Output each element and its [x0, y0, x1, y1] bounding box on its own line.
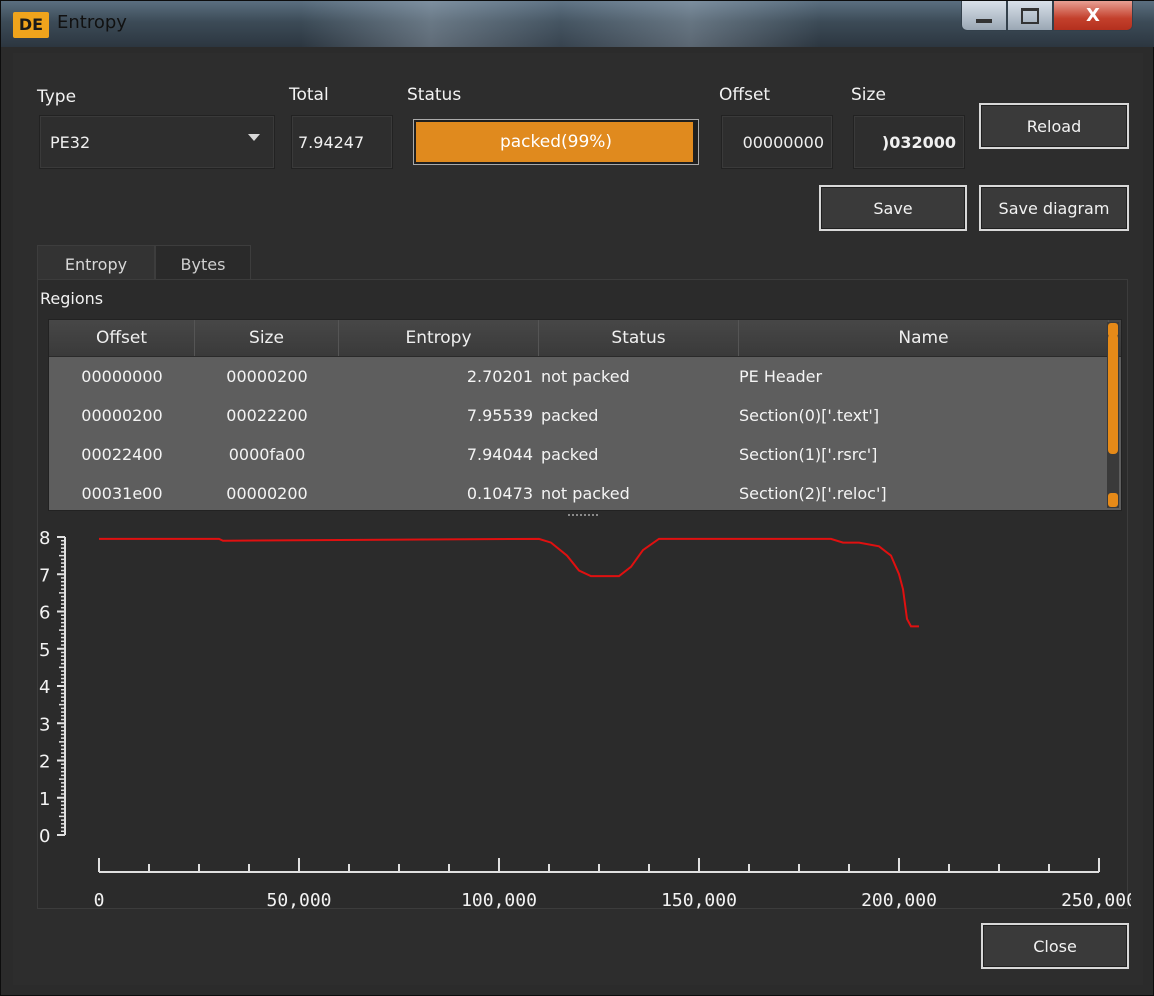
cell-size: 00000200 [226, 484, 308, 503]
y-tick-label: 4 [39, 677, 50, 698]
y-tick-label: 0 [39, 826, 50, 847]
minimize-button[interactable] [961, 1, 1007, 31]
cell-offset: 00022400 [81, 445, 163, 464]
maximize-icon [1021, 7, 1039, 24]
dialog-body: Type Total Status Offset Size PE32 7.942… [13, 53, 1143, 985]
status-progress-bar: packed(99%) [413, 119, 699, 165]
save-button[interactable]: Save [819, 185, 967, 231]
cell-offset: 00031e00 [81, 484, 163, 503]
y-tick-label: 1 [39, 789, 50, 810]
table-row[interactable]: 00031e00 00000200 0.10473 not packed Sec… [49, 474, 1121, 510]
offset-field[interactable]: 00000000 [721, 115, 833, 169]
close-window-button[interactable]: X [1053, 1, 1133, 31]
y-tick-label: 5 [39, 640, 50, 661]
maximize-button[interactable] [1007, 1, 1053, 31]
entropy-series-line [99, 537, 919, 628]
cell-status: not packed [541, 367, 630, 386]
x-tick-label: 100,000 [461, 890, 537, 909]
tab-entropy[interactable]: Entropy [37, 245, 155, 282]
close-icon: X [1086, 5, 1100, 26]
regions-table[interactable]: Offset Size Entropy Status Name 00000000… [48, 319, 1122, 511]
column-header-size[interactable]: Size [195, 320, 339, 356]
close-button[interactable]: Close [981, 923, 1129, 969]
entropy-chart: 0 1 2 3 4 5 6 7 8 0 50,000 100,000 150,000 200,000 250… [39, 528, 1131, 909]
table-row[interactable]: 00000200 00022200 7.95539 packed Section… [49, 396, 1121, 435]
cell-entropy: 2.70201 [466, 367, 533, 386]
column-header-offset[interactable]: Offset [49, 320, 195, 356]
x-tick-label: 50,000 [266, 890, 331, 909]
scroll-down-arrow-icon[interactable] [1108, 493, 1118, 507]
cell-size: 00022200 [226, 406, 308, 425]
total-label: Total [289, 85, 329, 105]
size-value: )032000 [881, 132, 956, 152]
window-title: Entropy [57, 12, 127, 33]
cell-size: 0000fa00 [228, 445, 306, 464]
y-tick-label: 7 [39, 565, 50, 586]
table-row[interactable]: 00022400 0000fa00 7.94044 packed Section… [49, 435, 1121, 474]
y-tick-label: 6 [39, 603, 50, 624]
entropy-window: DE Entropy X Type Total Status Offset Si… [0, 0, 1154, 996]
cell-status: packed [541, 445, 599, 464]
cell-offset: 00000000 [81, 367, 163, 386]
app-logo-icon: DE [13, 12, 49, 38]
type-combobox[interactable]: PE32 [39, 115, 275, 169]
cell-size: 00000200 [226, 367, 308, 386]
x-tick-label: 150,000 [661, 890, 737, 909]
table-header: Offset Size Entropy Status Name [49, 320, 1121, 357]
column-header-entropy[interactable]: Entropy [339, 320, 539, 356]
cell-name: Section(0)['.text'] [739, 406, 880, 425]
size-label: Size [851, 85, 886, 105]
cell-name: Section(1)['.rsrc'] [739, 445, 878, 464]
regions-label: Regions [40, 289, 104, 308]
type-label: Type [37, 87, 77, 107]
y-tick-label: 8 [39, 528, 50, 549]
cell-name: Section(2)['.reloc'] [739, 484, 887, 503]
minimize-icon [976, 18, 992, 23]
window-controls: X [961, 1, 1133, 33]
chevron-down-icon [248, 134, 260, 141]
total-field[interactable]: 7.94247 [291, 115, 393, 169]
title-bar[interactable]: DE Entropy X [1, 1, 1154, 47]
reload-button[interactable]: Reload [979, 103, 1129, 149]
column-header-name[interactable]: Name [739, 320, 1109, 356]
cell-entropy: 0.10473 [466, 484, 533, 503]
title-bar-backdrop [301, 1, 821, 47]
cell-entropy: 7.94044 [466, 445, 533, 464]
table-scrollbar[interactable] [1107, 322, 1119, 508]
column-header-status[interactable]: Status [539, 320, 739, 356]
tab-bytes[interactable]: Bytes [155, 245, 251, 282]
total-value: 7.94247 [298, 132, 365, 152]
cell-entropy: 7.95539 [466, 406, 533, 425]
cell-status: not packed [541, 484, 630, 503]
x-tick-label: 0 [94, 890, 105, 909]
status-label: Status [407, 85, 462, 105]
table-row[interactable]: 00000000 00000200 2.70201 not packed PE … [49, 357, 1121, 396]
cell-status: packed [541, 406, 599, 425]
type-value: PE32 [50, 132, 91, 152]
cell-name: PE Header [739, 367, 823, 386]
y-tick-label: 3 [39, 714, 50, 735]
x-tick-label: 250,000 [1061, 890, 1131, 909]
offset-label: Offset [719, 85, 771, 105]
scrollbar-thumb[interactable] [1108, 334, 1118, 454]
status-text: packed(99%) [499, 132, 613, 152]
offset-value: 00000000 [742, 132, 824, 152]
y-tick-label: 2 [39, 752, 50, 773]
cell-offset: 00000200 [81, 406, 163, 425]
x-tick-label: 200,000 [861, 890, 937, 909]
size-field[interactable]: )032000 [853, 115, 965, 169]
save-diagram-button[interactable]: Save diagram [979, 185, 1129, 231]
